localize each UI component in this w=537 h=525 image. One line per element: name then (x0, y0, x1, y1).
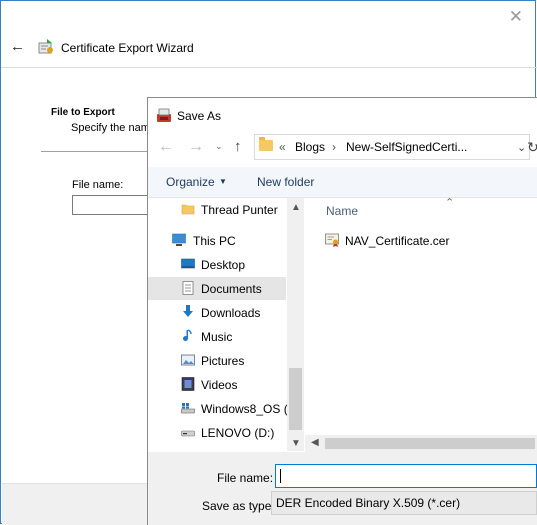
certificate-wizard-icon (38, 39, 53, 54)
list-item[interactable]: NAV_Certificate.cer (325, 231, 525, 251)
divider (1, 67, 537, 68)
file-name-input[interactable] (275, 464, 537, 488)
nav-item-label: LENOVO (D:) (201, 426, 275, 440)
save-as-type-value: DER Encoded Binary X.509 (*.cer) (276, 496, 461, 510)
certificate-file-icon (325, 233, 339, 247)
folder-icon (181, 204, 195, 215)
scroll-left-icon[interactable]: ◀ (311, 437, 319, 448)
nav-item-lenovo[interactable]: LENOVO (D:) (148, 421, 286, 444)
title-bar: Save As (148, 98, 537, 133)
downloads-icon (183, 305, 193, 317)
desktop-icon (181, 258, 195, 269)
horizontal-scrollbar[interactable]: ◀ (305, 435, 537, 452)
folder-icon (259, 137, 273, 151)
section-title: File to Export (51, 107, 115, 118)
dialog-title: Save As (177, 109, 222, 123)
nav-item-label: Desktop (201, 258, 246, 272)
up-arrow-icon[interactable]: ↑ (234, 138, 242, 155)
section-subtitle: Specify the nam (71, 122, 150, 134)
sort-ascending-icon: ⌃ (445, 197, 455, 209)
back-arrow-icon[interactable]: ← (158, 138, 174, 156)
file-list: ⌃ Name NAV_Certificate.cer (305, 197, 537, 451)
refresh-icon[interactable]: ↻ (527, 139, 537, 156)
save-options-panel: File name: Save as type: DER Encoded Bin… (148, 452, 537, 525)
nav-item-thread-punter[interactable]: Thread Punter (148, 198, 286, 221)
breadcrumb-overflow[interactable]: « (279, 140, 286, 154)
nav-item-pictures[interactable]: Pictures (148, 349, 286, 372)
file-name-label: File name: (72, 179, 124, 191)
recent-locations-chevron-icon[interactable]: ⌄ (215, 141, 223, 152)
organize-button[interactable]: Organize (166, 175, 215, 189)
nav-item-music[interactable]: Music (148, 325, 286, 348)
file-name-input[interactable] (72, 195, 150, 215)
breadcrumb-item[interactable]: Blogs (295, 140, 325, 154)
pictures-icon (181, 354, 195, 366)
save-as-icon (157, 108, 171, 122)
nav-item-documents[interactable]: Documents (148, 277, 286, 300)
file-name: NAV_Certificate.cer (345, 234, 450, 248)
chevron-down-icon[interactable]: ⌄ (517, 141, 526, 154)
nav-item-label: Videos (201, 378, 238, 392)
nav-item-label: Downloads (201, 306, 261, 320)
nav-item-downloads[interactable]: Downloads (148, 301, 286, 324)
breadcrumb-separator[interactable]: › (332, 140, 336, 154)
scroll-down-icon[interactable]: ▼ (291, 438, 301, 449)
nav-item-videos[interactable]: Videos (148, 373, 286, 396)
address-bar[interactable]: « Blogs › New-SelfSignedCerti... ⌄ (254, 134, 530, 160)
documents-icon (182, 281, 194, 295)
breadcrumb-item[interactable]: New-SelfSignedCerti... (346, 140, 467, 154)
forward-arrow-icon[interactable]: → (188, 138, 204, 156)
wizard-footer (2, 483, 148, 525)
nav-item-this-pc[interactable]: This PC (148, 229, 286, 252)
save-as-type-label: Save as type: (202, 499, 275, 513)
nav-item-label: Thread Punter (201, 203, 278, 217)
scroll-up-icon[interactable]: ▲ (291, 202, 301, 213)
wizard-title: Certificate Export Wizard (61, 41, 194, 55)
videos-icon (181, 377, 195, 391)
nav-item-label: Music (201, 330, 233, 344)
nav-item-windows8-os[interactable]: Windows8_OS (C (148, 397, 296, 420)
file-name-label: File name: (217, 471, 274, 485)
back-arrow-icon[interactable]: ← (10, 38, 25, 56)
text-caret (280, 469, 281, 483)
column-header-name[interactable]: Name (326, 204, 358, 218)
close-icon[interactable]: ✕ (509, 7, 523, 27)
save-as-dialog: Save As ← → ⌄ ↑ « Blogs › New-SelfSigned… (147, 97, 537, 525)
toolbar: Organize ▼ New folder (148, 167, 537, 198)
drive-c-icon (181, 403, 195, 414)
nav-item-label: Documents (201, 282, 262, 296)
navigation-pane: Thread Punter This PC Desktop Documents … (148, 198, 305, 451)
chevron-down-icon[interactable]: ▼ (219, 177, 227, 186)
nav-item-label: This PC (193, 234, 236, 248)
new-folder-button[interactable]: New folder (257, 175, 314, 189)
divider (41, 151, 151, 152)
scrollbar-thumb[interactable] (325, 438, 535, 449)
nav-item-label: Windows8_OS (C (201, 402, 297, 416)
save-as-type-select[interactable]: DER Encoded Binary X.509 (*.cer) (271, 491, 537, 515)
music-icon (183, 329, 192, 341)
nav-item-label: Pictures (201, 354, 245, 368)
scrollbar-thumb[interactable] (289, 368, 302, 430)
nav-item-desktop[interactable]: Desktop (148, 253, 286, 276)
drive-d-icon (181, 430, 195, 437)
computer-icon (172, 233, 186, 246)
